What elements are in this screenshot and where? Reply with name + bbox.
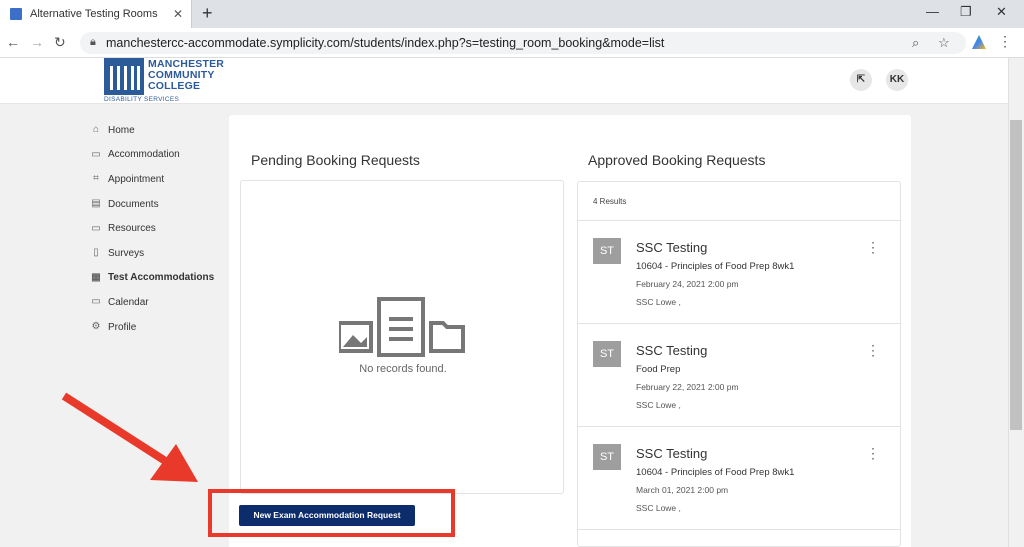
tab-title: Alternative Testing Rooms — [30, 8, 158, 20]
restore-button[interactable]: ❐ — [960, 4, 972, 20]
record-location: SSC Lowe , — [636, 503, 681, 513]
sidebar-item-label: Profile — [108, 321, 137, 333]
address-bar-row: ← → ↻ 🔒︎ manchestercc-accommodate.sympli… — [0, 28, 1024, 58]
sidebar-item-calendar[interactable]: ▭ Calendar — [90, 290, 220, 315]
sidebar-item-label: Appointment — [108, 173, 165, 185]
zoom-icon[interactable]: ⌕ — [912, 35, 919, 51]
annotation-arrow-icon — [61, 392, 198, 482]
clipboard-icon: ▯ — [93, 247, 99, 259]
message-icon: ▭ — [91, 148, 101, 160]
building-logo-icon — [104, 58, 144, 95]
record-title: SSC Testing — [636, 446, 708, 461]
record-course: 10604 - Principles of Food Prep 8wk1 — [636, 467, 795, 478]
logo-subtitle: DISABILITY SERVICES — [104, 96, 180, 103]
list-item[interactable]: ST SSC Testing Food Prep February 22, 2021 … — [578, 323, 900, 426]
sidebar-item-label: Resources — [108, 223, 156, 235]
sidebar-item-appointment[interactable]: ⌗ Appointment — [90, 167, 220, 192]
record-course: 10604 - Principles of Food Prep 8wk1 — [636, 261, 795, 272]
appointment-icon: ⌗ — [93, 173, 99, 185]
record-date: February 22, 2021 2:00 pm — [636, 382, 739, 392]
logo-text: MANCHESTER COMMUNITY COLLEGE — [148, 58, 225, 92]
record-title: SSC Testing — [636, 240, 708, 255]
sidebar-item-label: Accommodation — [108, 149, 180, 161]
sidebar-item-label: Home — [108, 124, 135, 136]
sidebar-item-label: Test Accommodations — [108, 272, 215, 284]
sidebar-item-surveys[interactable]: ▯ Surveys — [90, 241, 220, 266]
record-date: February 24, 2021 2:00 pm — [636, 279, 739, 289]
sidebar-item-label: Surveys — [108, 247, 145, 259]
back-arrow-icon[interactable]: ← — [6, 34, 20, 50]
sidebar-nav: ⌂ Home ▭ Accommodation ⌗ Appointment ▤ Document… — [90, 118, 220, 339]
minimize-button[interactable]: — — [926, 4, 939, 19]
empty-records-icon — [339, 297, 465, 357]
browser-tab-bar: Alternative Testing Rooms ✕ + — ❐ ✕ — [0, 0, 1024, 28]
home-icon: ⌂ — [92, 124, 100, 136]
sidebar-item-label: Documents — [108, 198, 159, 210]
url-text: manchestercc-accommodate.symplicity.com/… — [106, 36, 665, 50]
record-location: SSC Lowe , — [636, 400, 681, 410]
pending-requests-panel: No records found. — [240, 180, 564, 494]
annotation-highlight-box — [208, 489, 455, 537]
calendar-icon: ▭ — [91, 296, 101, 308]
new-tab-button[interactable]: + — [202, 3, 213, 24]
sidebar-item-test-accommodations[interactable]: ▦ Test Accommodations — [90, 266, 220, 291]
record-location: SSC Lowe , — [636, 297, 681, 307]
more-options-icon[interactable]: ⋮ — [866, 342, 880, 359]
forward-arrow-icon[interactable]: → — [30, 34, 44, 50]
sidebar-item-home[interactable]: ⌂ Home — [90, 118, 220, 143]
more-options-icon[interactable]: ⋮ — [866, 239, 880, 256]
site-header: MANCHESTER COMMUNITY COLLEGE DISABILITY … — [0, 58, 1008, 104]
list-item[interactable]: ST SSC Testing 10604 - Principles of Food … — [578, 426, 900, 529]
record-title: SSC Testing — [636, 343, 708, 358]
avatar: ST — [593, 444, 621, 470]
tab-close-icon[interactable]: ✕ — [173, 7, 183, 21]
reload-icon[interactable]: ↻ — [54, 34, 66, 51]
pending-title: Pending Booking Requests — [251, 152, 420, 168]
sidebar-item-label: Calendar — [108, 296, 149, 308]
sidebar-item-profile[interactable]: ⚙ Profile — [90, 315, 220, 340]
record-course: Food Prep — [636, 364, 681, 375]
user-avatar[interactable]: KK — [886, 69, 908, 91]
list-item[interactable] — [578, 529, 900, 547]
favicon-icon — [10, 8, 22, 20]
folder-icon: ▭ — [91, 222, 101, 234]
avatar: ST — [593, 238, 621, 264]
approved-requests-panel: 4 Results ST SSC Testing 10604 - Principle… — [577, 181, 901, 547]
record-date: March 01, 2021 2:00 pm — [636, 485, 729, 495]
sidebar-item-resources[interactable]: ▭ Resources — [90, 216, 220, 241]
extension-icon[interactable] — [972, 35, 986, 49]
url-bar[interactable]: 🔒︎ manchestercc-accommodate.symplicity.c… — [80, 32, 966, 54]
scrollbar-thumb[interactable] — [1010, 120, 1022, 430]
document-icon: ▤ — [91, 198, 101, 210]
empty-state-text: No records found. — [359, 363, 447, 375]
building-icon: ▦ — [91, 271, 101, 283]
sidebar-item-documents[interactable]: ▤ Documents — [90, 192, 220, 217]
external-link-icon[interactable]: ⇱ — [850, 69, 872, 91]
list-item[interactable]: ST SSC Testing 10604 - Principles of Food … — [578, 220, 900, 323]
results-count: 4 Results — [593, 197, 627, 206]
lock-icon: 🔒︎ — [90, 36, 96, 48]
window-close-button[interactable]: ✕ — [996, 4, 1007, 20]
sidebar-item-accommodation[interactable]: ▭ Accommodation — [90, 143, 220, 168]
star-icon[interactable]: ☆ — [938, 35, 950, 51]
approved-title: Approved Booking Requests — [588, 152, 766, 168]
gear-icon: ⚙ — [91, 321, 101, 333]
more-options-icon[interactable]: ⋮ — [866, 445, 880, 462]
browser-menu-icon[interactable]: ⋮ — [998, 33, 1012, 50]
college-logo[interactable]: MANCHESTER COMMUNITY COLLEGE DISABILITY … — [104, 58, 225, 103]
browser-tab[interactable]: Alternative Testing Rooms ✕ — [0, 0, 192, 28]
avatar: ST — [593, 341, 621, 367]
